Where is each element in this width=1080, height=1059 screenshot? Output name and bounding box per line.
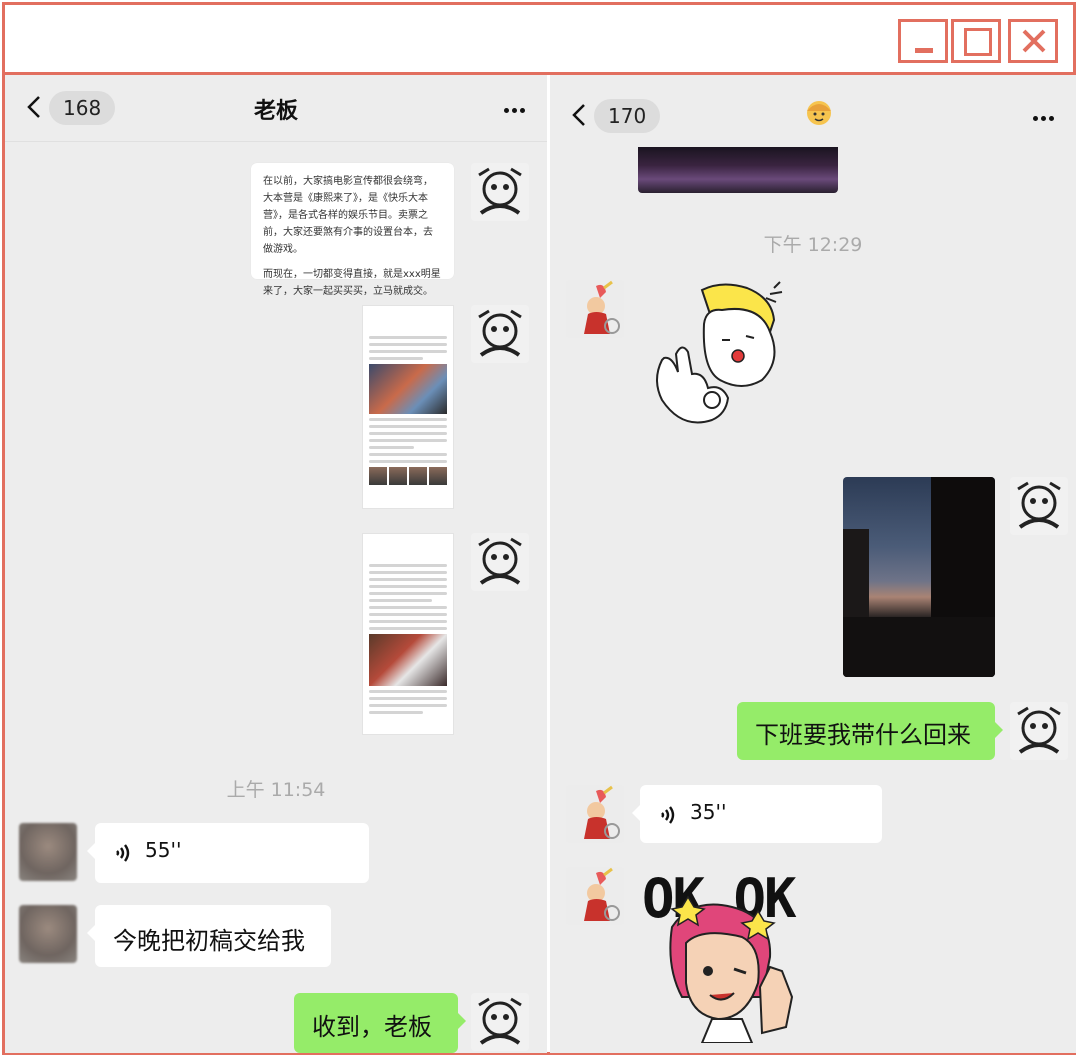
avatar[interactable] [566,867,624,925]
more-icon[interactable] [501,105,525,116]
minimize-button[interactable] [898,19,948,63]
text-message[interactable]: 今晚把初稿交给我 [87,905,331,967]
voice-message[interactable]: 55'' [87,823,369,883]
voice-duration: 55'' [145,838,182,862]
avatar[interactable] [19,823,77,881]
chevron-left-icon[interactable] [572,103,586,127]
voice-message[interactable]: 35'' [632,785,882,843]
article-paragraph: 而现在，一切都变得直接，就是xxx明星来了，大家一起买买买，立马就成交。 [263,269,441,297]
close-button[interactable] [1008,19,1058,63]
sunset-photo[interactable] [843,477,995,677]
chat-pane-boss: 168 老板 在以前，大家搞电影宣传都很会绕弯，大本营是《康熙来了》，是《快乐大… [5,75,547,1053]
chat-pane-partner: 170 下午 12:29 下班要我带什么回来 35'' OK OK [550,75,1076,1053]
avatar[interactable] [471,533,529,591]
avatar[interactable] [471,163,529,221]
unread-badge[interactable]: 170 [594,99,661,133]
screenshot-image[interactable] [362,533,454,735]
voice-icon [116,844,130,862]
avatar[interactable] [19,905,77,963]
app-window: 168 老板 在以前，大家搞电影宣传都很会绕弯，大本营是《康熙来了》，是《快乐大… [2,2,1076,1055]
person-emoji-icon [807,101,831,125]
more-icon[interactable] [1030,113,1054,124]
avatar[interactable] [471,993,529,1051]
chat-header: 170 [550,75,1076,153]
title-bar [5,5,1073,75]
text-message[interactable]: 收到，老板 [294,993,466,1053]
ok-hand-sticker[interactable] [642,280,792,450]
maximize-button[interactable] [951,19,1001,63]
article-paragraph: 在以前，大家搞电影宣传都很会绕弯，大本营是《康熙来了》，是《快乐大本营》，是各式… [263,176,433,255]
chat-header: 168 老板 [5,75,547,142]
message-timestamp: 下午 12:29 [763,234,863,256]
ok-ok-sticker[interactable]: OK OK [642,867,812,1043]
avatar[interactable] [566,280,624,338]
avatar[interactable] [1010,702,1068,760]
close-icon [1022,29,1046,53]
avatar[interactable] [566,785,624,843]
chat-title: 老板 [253,99,298,124]
text-message[interactable]: 下班要我带什么回来 [737,702,1003,760]
article-excerpt-card[interactable]: 在以前，大家搞电影宣传都很会绕弯，大本营是《康熙来了》，是《快乐大本营》，是各式… [251,163,454,297]
concert-video-thumbnail[interactable] [638,147,838,193]
screenshot-image[interactable] [362,305,454,509]
message-timestamp: 上午 11:54 [226,779,326,801]
voice-icon [661,806,675,824]
voice-duration: 35'' [690,800,727,824]
avatar[interactable] [471,305,529,363]
avatar[interactable] [1010,477,1068,535]
